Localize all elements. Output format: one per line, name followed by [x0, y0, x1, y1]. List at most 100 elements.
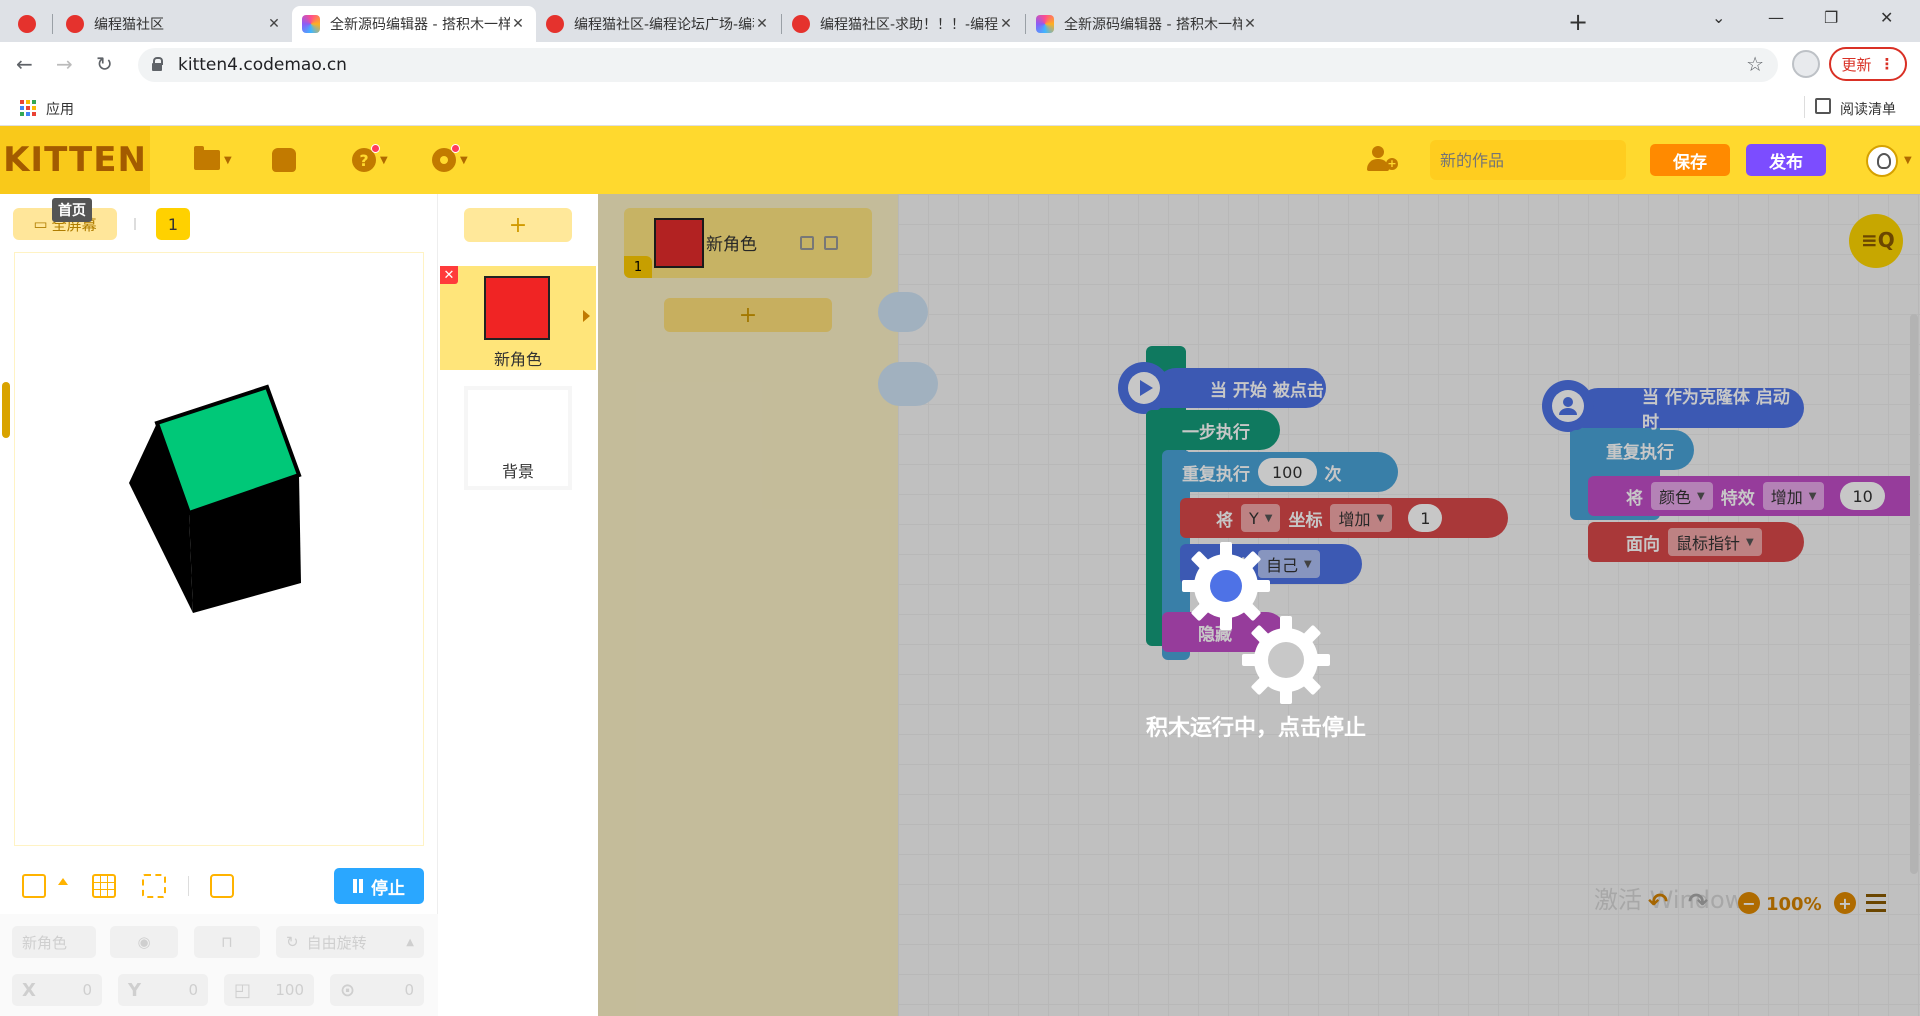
tab-search-icon[interactable]: ⌄: [1712, 8, 1725, 27]
new-tab-button[interactable]: +: [1568, 8, 1588, 36]
help-menu-button[interactable]: ? ▼: [352, 144, 388, 172]
lock-toggle[interactable]: ⊓: [194, 926, 260, 958]
tab-forum[interactable]: 编程猫社区-编程论坛广场-编程学 ✕: [536, 6, 780, 42]
play-icon: [1128, 372, 1160, 404]
minimize-icon[interactable]: —: [1768, 8, 1784, 27]
sprite-name-field[interactable]: 新角色: [12, 926, 96, 958]
close-icon[interactable]: ✕: [510, 16, 526, 32]
close-icon[interactable]: ✕: [998, 16, 1014, 32]
clone-block[interactable]: 克隆 自己 ▼: [1180, 544, 1362, 584]
save-button[interactable]: 保存: [1650, 144, 1730, 176]
tab-community[interactable]: 编程猫社区 ✕: [56, 6, 292, 42]
face-toward-block[interactable]: 面向 鼠标指针 ▼: [1588, 522, 1804, 562]
edit-icon[interactable]: [824, 236, 838, 250]
axis-dropdown[interactable]: Y ▼: [1241, 504, 1281, 532]
redo-icon[interactable]: ↷: [1688, 888, 1708, 916]
tab-pinned[interactable]: [8, 6, 50, 42]
code-workspace[interactable]: 当 开始 被点击 一步执行 重复执行 100 次 将 Y ▼ 坐标 增加 ▼ 1 克…: [878, 194, 1920, 1016]
codemao-favicon-icon: [18, 15, 36, 33]
offscreen-block[interactable]: [878, 362, 938, 406]
profile-icon[interactable]: [1792, 50, 1820, 78]
stop-button[interactable]: 停止: [334, 868, 424, 904]
stage-canvas[interactable]: [14, 252, 424, 846]
user-avatar[interactable]: [1866, 145, 1898, 177]
caret-right-icon[interactable]: [583, 310, 590, 322]
offscreen-block[interactable]: [878, 292, 928, 332]
caret-up-icon[interactable]: [58, 878, 68, 885]
close-icon[interactable]: ✕: [754, 16, 770, 32]
undo-icon[interactable]: ↶: [1648, 888, 1668, 916]
chevron-down-icon[interactable]: ▼: [1904, 155, 1912, 166]
add-collaborator-icon[interactable]: +: [1366, 146, 1398, 174]
tab-kitten-editor-2[interactable]: 全新源码编辑器 - 搭积木一样有趣 ✕: [1026, 6, 1268, 42]
publish-button[interactable]: 发布: [1746, 144, 1826, 176]
restore-icon[interactable]: ❐: [1824, 8, 1838, 27]
omnibox[interactable]: kitten4.codemao.cn ☆: [138, 48, 1778, 82]
forward-icon[interactable]: →: [56, 52, 73, 76]
tab-kitten-editor-active[interactable]: 全新源码编辑器 - 搭积木一样有趣 ✕: [292, 6, 536, 42]
apps-grid-icon[interactable]: [20, 100, 36, 116]
when-clone-hat-block[interactable]: 当 作为克隆体 启动时: [1578, 388, 1804, 433]
hide-block[interactable]: 隐藏: [1162, 612, 1286, 652]
direction-field[interactable]: ⊙ 0: [330, 974, 424, 1006]
expand-icon[interactable]: [142, 874, 166, 898]
folder-icon: [194, 146, 220, 170]
close-icon[interactable]: ✕: [266, 16, 282, 32]
operation-dropdown[interactable]: 增加 ▼: [1330, 504, 1393, 532]
reading-list-button[interactable]: 阅读清单: [1840, 99, 1896, 119]
work-name-input[interactable]: [1430, 140, 1626, 180]
reading-list-icon[interactable]: [1815, 98, 1831, 114]
repeat2-block[interactable]: 重复执行: [1570, 430, 1694, 470]
panel-resize-handle[interactable]: [2, 382, 10, 438]
face-target-dropdown[interactable]: 鼠标指针 ▼: [1668, 528, 1762, 556]
stage-size-icon[interactable]: [22, 874, 46, 898]
add-costume-button[interactable]: +: [664, 298, 832, 332]
block-search-button[interactable]: [1849, 214, 1903, 268]
costume-card[interactable]: 新角色 1: [624, 208, 872, 278]
clone-target-dropdown[interactable]: 自己 ▼: [1258, 550, 1320, 578]
background-card[interactable]: 背景: [464, 386, 572, 490]
star-icon[interactable]: ☆: [1746, 52, 1764, 76]
apps-bookmark[interactable]: 应用: [46, 99, 74, 119]
rotation-mode-select[interactable]: ↻ 自由旋转 ▲: [276, 926, 424, 958]
repeat-block[interactable]: 重复执行 100 次: [1162, 452, 1398, 492]
add-sprite-button[interactable]: +: [464, 208, 572, 242]
tab-help[interactable]: 编程猫社区-求助！！！-编程学习 ✕: [782, 6, 1024, 42]
rotate-icon: ↻: [286, 933, 299, 951]
set-coordinate-block[interactable]: 将 Y ▼ 坐标 增加 ▼ 1: [1180, 498, 1508, 538]
set-effect-block[interactable]: 将 颜色 ▼ 特效 增加 ▼ 10: [1588, 476, 1918, 516]
y-field[interactable]: Y 0: [118, 974, 208, 1006]
file-menu-button[interactable]: ▼: [194, 146, 232, 172]
coordinate-value-input[interactable]: 1: [1408, 504, 1443, 532]
reload-icon[interactable]: ↻: [96, 52, 113, 76]
update-button[interactable]: 更新 ⋮: [1829, 47, 1907, 81]
settings-menu-button[interactable]: ▼: [432, 144, 468, 172]
zoom-out-icon[interactable]: −: [1738, 892, 1760, 914]
size-field[interactable]: ◰ 100: [224, 974, 314, 1006]
back-icon[interactable]: ←: [16, 52, 33, 76]
effect-property-dropdown[interactable]: 颜色 ▼: [1651, 482, 1713, 510]
cube-sprite[interactable]: [125, 383, 325, 623]
delete-sprite-icon[interactable]: ✕: [440, 266, 458, 284]
step-execute-block[interactable]: 一步执行: [1146, 410, 1280, 450]
copy-icon[interactable]: [800, 236, 814, 250]
chevron-down-icon: ▼: [224, 154, 232, 166]
effect-op-dropdown[interactable]: 增加 ▼: [1762, 482, 1825, 510]
close-window-icon[interactable]: ✕: [1880, 8, 1893, 27]
zoom-in-icon[interactable]: +: [1834, 892, 1856, 914]
codemao-favicon-icon: [792, 15, 810, 33]
list-icon[interactable]: [1866, 894, 1886, 912]
logo-box[interactable]: KITTEN: [0, 126, 150, 194]
scene-number[interactable]: 1: [156, 208, 190, 240]
x-field[interactable]: X 0: [12, 974, 102, 1006]
grid-icon[interactable]: [92, 874, 116, 898]
when-start-hat-block[interactable]: 当 开始 被点击: [1156, 368, 1326, 408]
backpack-button[interactable]: [272, 148, 296, 172]
repeat-count-input[interactable]: 100: [1258, 458, 1317, 486]
sprite-card-selected[interactable]: ✕ 新角色: [440, 266, 596, 370]
close-icon[interactable]: ✕: [1242, 16, 1258, 32]
visibility-toggle[interactable]: ◉: [110, 926, 178, 958]
record-icon[interactable]: [210, 874, 234, 898]
effect-value-input[interactable]: 10: [1840, 482, 1885, 510]
workspace-scrollbar[interactable]: [1910, 314, 1918, 874]
